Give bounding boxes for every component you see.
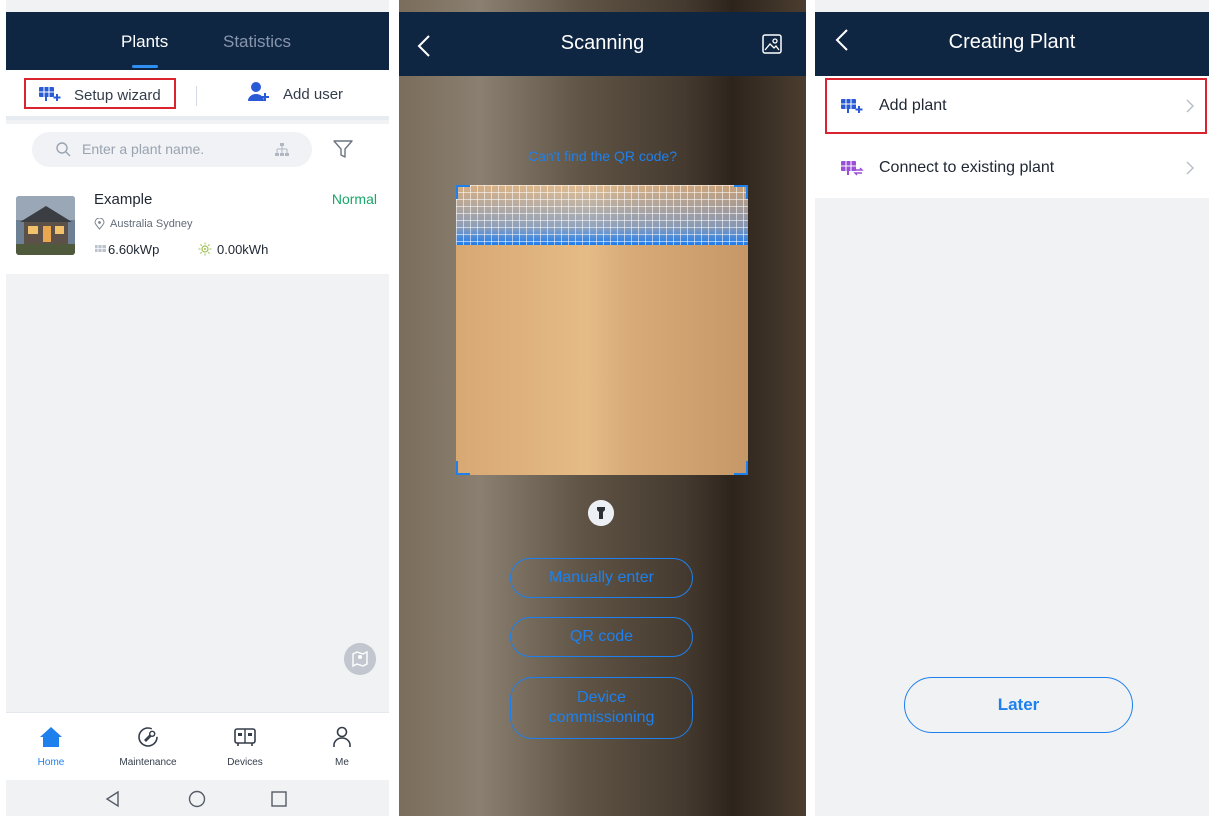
add-plant-label: Add plant [879,97,947,114]
user-icon [333,726,351,747]
qr-help-link[interactable]: Can't find the QR code? [399,148,806,164]
solar-panel-link-icon [841,161,864,176]
scan-viewfinder [456,185,748,475]
system-nav-bar [6,780,389,816]
action-divider [196,86,197,106]
sun-energy-icon [198,242,212,256]
back-triangle-icon[interactable] [104,790,122,808]
search-icon [56,142,71,157]
plant-search-input[interactable]: Enter a plant name. [32,132,312,167]
chevron-right-icon [1186,161,1194,175]
nav-maintenance-label: Maintenance [119,757,177,768]
plants-header: Plants Statistics [6,12,389,70]
plant-capacity: 6.60kWp [108,242,160,257]
scanning-screen: Scanning Can't find the QR code? Manuall… [399,0,806,816]
solar-panel-add-icon [39,87,61,101]
viewfinder-corner [734,461,748,475]
device-commissioning-line2: commissioning [548,709,655,726]
recents-square-icon[interactable] [270,790,288,808]
add-user-button[interactable]: Add user [283,86,343,103]
device-commissioning-button[interactable]: Device commissioning [510,677,693,739]
plant-energy: 0.00kWh [217,242,269,257]
nav-home[interactable]: Home [6,713,96,781]
plant-location: Australia Sydney [110,218,193,230]
chevron-right-icon [1186,99,1194,113]
org-structure-icon[interactable] [274,142,290,158]
nav-devices-label: Devices [227,757,263,768]
flashlight-icon[interactable] [588,500,614,526]
add-user-icon[interactable] [247,81,269,103]
devices-icon [234,728,256,746]
manually-enter-button[interactable]: Manually enter [510,558,693,598]
location-pin-icon [94,218,105,230]
page-title: Creating Plant [948,31,1076,53]
plants-screen: Plants Statistics Setup wizard Add user [6,0,389,816]
search-bar: Enter a plant name. [6,124,389,176]
filter-icon[interactable] [332,138,354,160]
creating-plant-screen: Creating Plant Add plant Connect to exis… [815,0,1209,816]
connect-existing-plant-option[interactable]: Connect to existing plant [815,142,1209,198]
tab-statistics[interactable]: Statistics [223,32,291,52]
nav-devices[interactable]: Devices [200,713,290,781]
nav-me[interactable]: Me [297,713,387,781]
nav-home-label: Home [37,757,65,768]
qr-code-button[interactable]: QR code [510,617,693,657]
plant-name: Example [94,191,153,208]
creating-plant-header: Creating Plant [815,12,1209,76]
create-plant-options: Add plant Connect to existing plant [815,76,1209,198]
home-circle-icon[interactable] [188,790,206,808]
nav-me-label: Me [335,757,349,768]
setup-wizard-label: Setup wizard [74,87,161,104]
page-title: Scanning [560,32,645,54]
plant-list-item[interactable]: Example Normal Australia Sydney 6.60kWp … [6,176,389,274]
device-commissioning-line1: Device [577,689,626,706]
viewfinder-corner [456,461,470,475]
later-button[interactable]: Later [904,677,1133,733]
maintenance-icon [138,727,158,747]
plant-status-badge: Normal [331,191,377,207]
bottom-navigation: Home Maintenance Devices Me [6,712,389,780]
scanning-header: Scanning [399,12,806,76]
connect-existing-plant-label: Connect to existing plant [879,159,1055,176]
gallery-icon[interactable] [761,33,783,55]
scan-line-grid [456,185,748,245]
tab-active-indicator [132,65,158,68]
plant-actions-bar: Setup wizard Add user [6,70,389,120]
plant-thumbnail [16,196,75,255]
add-plant-option[interactable]: Add plant [825,78,1207,134]
setup-wizard-button[interactable]: Setup wizard [24,78,176,109]
map-view-icon[interactable] [344,643,376,675]
home-icon [40,727,62,747]
search-placeholder: Enter a plant name. [82,141,205,157]
tab-plants[interactable]: Plants [121,32,168,52]
viewfinder-corner [734,185,748,199]
nav-maintenance[interactable]: Maintenance [103,713,193,781]
viewfinder-corner [456,185,470,199]
solar-panel-add-icon [841,99,863,113]
